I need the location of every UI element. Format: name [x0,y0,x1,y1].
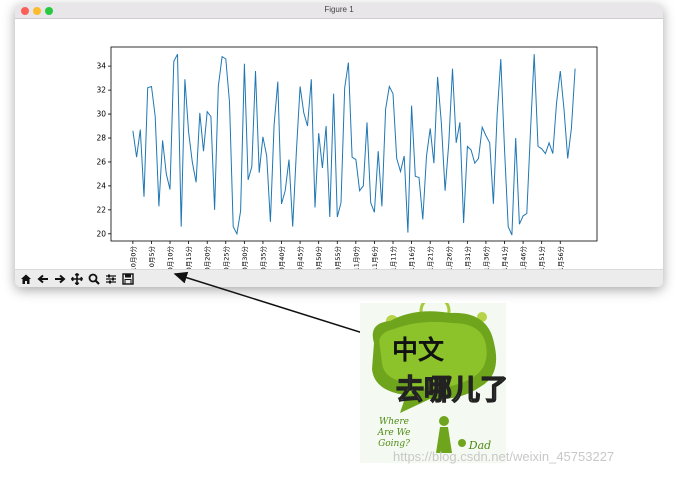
sticker-line2: 去哪儿了 [396,373,506,406]
sticker-english3: Going? [378,439,410,449]
annotation-arrow [173,271,383,340]
sticker-english2: Are We [377,428,411,438]
sticker-line1: 中文 [392,335,445,366]
meme-sticker-image: 中文 去哪儿了 Where Are We Going? Dad [360,295,509,463]
watermark: https://blog.csdn.net/weixin_45753227 [393,449,615,464]
sticker-english1: Where [379,417,409,427]
